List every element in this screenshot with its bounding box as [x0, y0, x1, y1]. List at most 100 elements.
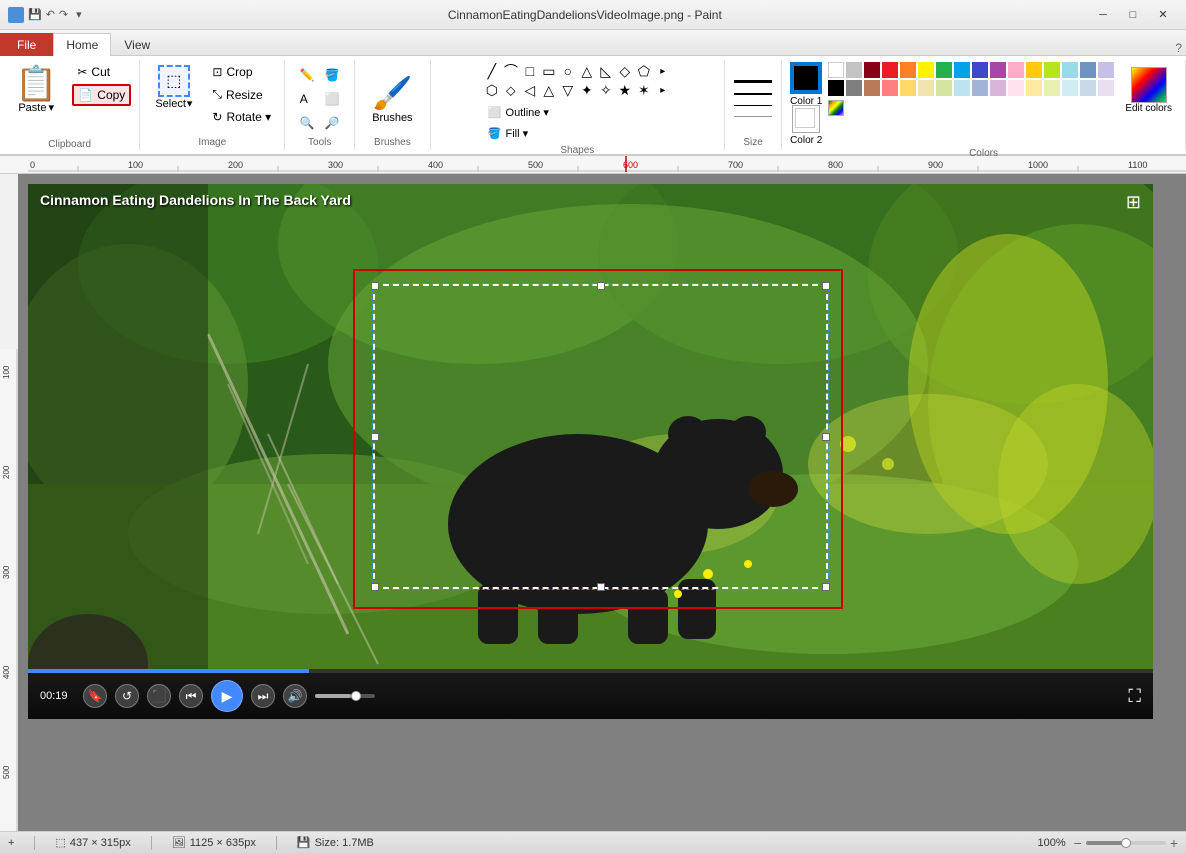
volume-slider[interactable]: [315, 694, 375, 698]
play-button[interactable]: ▶: [211, 680, 243, 712]
shape-star4[interactable]: ✧: [597, 81, 615, 99]
shape-round-rect[interactable]: ▭: [540, 62, 558, 80]
size-selector[interactable]: [733, 77, 773, 120]
shape-up-arrow[interactable]: △: [540, 81, 558, 99]
quick-access-dropdown[interactable]: ▾: [76, 8, 82, 21]
replay-button[interactable]: ↺: [115, 684, 139, 708]
color-swatch[interactable]: [828, 62, 844, 78]
handle-tm[interactable]: [597, 282, 605, 290]
crop-button[interactable]: ⊡ Crop: [207, 62, 276, 82]
help-icon[interactable]: ?: [1175, 41, 1182, 55]
forward-button[interactable]: ⏭: [251, 684, 275, 708]
color-swatch[interactable]: [1026, 80, 1042, 96]
color-swatch[interactable]: [936, 80, 952, 96]
color-swatch[interactable]: [990, 80, 1006, 96]
tab-file[interactable]: File: [0, 33, 53, 56]
color-swatch[interactable]: [1044, 80, 1060, 96]
resize-button[interactable]: ⤡ Resize: [207, 84, 276, 105]
zoom-button[interactable]: 🔎: [321, 112, 344, 134]
zoom-in-button[interactable]: +: [1170, 835, 1178, 851]
shape-right-triangle[interactable]: ◺: [597, 62, 615, 80]
shape-four-arrow[interactable]: ✦: [578, 81, 596, 99]
quick-access-undo[interactable]: ↶: [46, 8, 55, 21]
zoom-slider[interactable]: [1086, 841, 1166, 845]
color-swatch[interactable]: [918, 62, 934, 78]
tab-view[interactable]: View: [111, 33, 163, 56]
color-swatch[interactable]: [882, 62, 898, 78]
select-button[interactable]: ⬚ Select▾: [148, 62, 199, 113]
color-swatch[interactable]: [990, 62, 1006, 78]
color-swatch[interactable]: [900, 80, 916, 96]
quick-access-save[interactable]: 💾: [28, 8, 42, 21]
zoom-out-button[interactable]: −: [1074, 835, 1082, 851]
color-swatch[interactable]: [954, 62, 970, 78]
shape-star6[interactable]: ✶: [635, 81, 653, 99]
fullscreen-button[interactable]: ⛶: [1128, 686, 1141, 707]
fill-dropdown-button[interactable]: 🪣 Fill ▾: [483, 124, 554, 143]
shape-ellipse[interactable]: ○: [559, 62, 577, 80]
color-swatch[interactable]: [1008, 80, 1024, 96]
shape-right-arrow[interactable]: ⬦: [502, 81, 520, 99]
color1-box[interactable]: [790, 62, 822, 94]
color-swatch[interactable]: [1080, 80, 1096, 96]
canvas-container[interactable]: Cinnamon Eating Dandelions In The Back Y…: [18, 174, 1186, 831]
color-swatch[interactable]: [1044, 62, 1060, 78]
brushes-button[interactable]: 🖌️ Brushes: [363, 69, 421, 129]
picker-button[interactable]: 🔍: [296, 112, 319, 134]
color-swatch[interactable]: [900, 62, 916, 78]
color-swatch[interactable]: [1008, 62, 1024, 78]
color-swatch[interactable]: [936, 62, 952, 78]
volume-button[interactable]: 🔊: [283, 684, 307, 708]
pencil-button[interactable]: ✏️: [296, 64, 319, 86]
handle-bl[interactable]: [371, 583, 379, 591]
color2-box[interactable]: [792, 105, 820, 133]
color-swatch[interactable]: [1080, 62, 1096, 78]
outline-button[interactable]: ⬜ Outline ▾: [483, 103, 554, 122]
rewind-button[interactable]: ⏮: [179, 684, 203, 708]
shape-rect[interactable]: □: [521, 62, 539, 80]
color-swatch-special[interactable]: [828, 100, 844, 116]
stop-button[interactable]: ⬛: [147, 684, 171, 708]
shape-star5[interactable]: ★: [616, 81, 634, 99]
shape-pentagon[interactable]: ⬠: [635, 62, 653, 80]
zoom-thumb[interactable]: [1121, 838, 1131, 848]
eraser-button[interactable]: ⬜: [321, 88, 344, 110]
handle-tr[interactable]: [822, 282, 830, 290]
color-swatch[interactable]: [864, 62, 880, 78]
status-add-button[interactable]: +: [8, 837, 14, 849]
close-button[interactable]: ✕: [1148, 5, 1178, 25]
color-swatch[interactable]: [828, 80, 844, 96]
handle-tl[interactable]: [371, 282, 379, 290]
color-swatch[interactable]: [882, 80, 898, 96]
shape-curve[interactable]: ⌒: [502, 62, 520, 80]
shape-down-arrow[interactable]: ▽: [559, 81, 577, 99]
color-swatch[interactable]: [1062, 80, 1078, 96]
shape-callout[interactable]: ▸: [654, 81, 672, 99]
tab-home[interactable]: Home: [53, 33, 111, 56]
shape-diamond[interactable]: ◇: [616, 62, 634, 80]
rotate-button[interactable]: ↻ Rotate ▾: [207, 107, 276, 127]
shape-left-arrow[interactable]: ◁: [521, 81, 539, 99]
text-button[interactable]: A: [296, 88, 319, 110]
cut-button[interactable]: ✂ Cut: [72, 62, 131, 82]
progress-track[interactable]: [28, 669, 1153, 673]
handle-mr[interactable]: [822, 433, 830, 441]
color-swatch[interactable]: [846, 80, 862, 96]
color-swatch[interactable]: [954, 80, 970, 96]
quick-access-redo[interactable]: ↷: [59, 8, 68, 21]
color-swatch[interactable]: [972, 62, 988, 78]
fill-button[interactable]: 🪣: [321, 64, 344, 86]
copy-button[interactable]: 📄 Copy: [72, 84, 131, 106]
shape-line[interactable]: ╱: [483, 62, 501, 80]
color-swatch[interactable]: [972, 80, 988, 96]
bookmark-button[interactable]: 🔖: [83, 684, 107, 708]
color-swatch[interactable]: [846, 62, 862, 78]
color-swatch[interactable]: [1026, 62, 1042, 78]
shape-triangle[interactable]: △: [578, 62, 596, 80]
shape-hexagon[interactable]: ⬡: [483, 81, 501, 99]
handle-br[interactable]: [822, 583, 830, 591]
maximize-button[interactable]: □: [1118, 5, 1148, 25]
color-swatch[interactable]: [1098, 62, 1114, 78]
color-swatch[interactable]: [864, 80, 880, 96]
color-swatch[interactable]: [918, 80, 934, 96]
